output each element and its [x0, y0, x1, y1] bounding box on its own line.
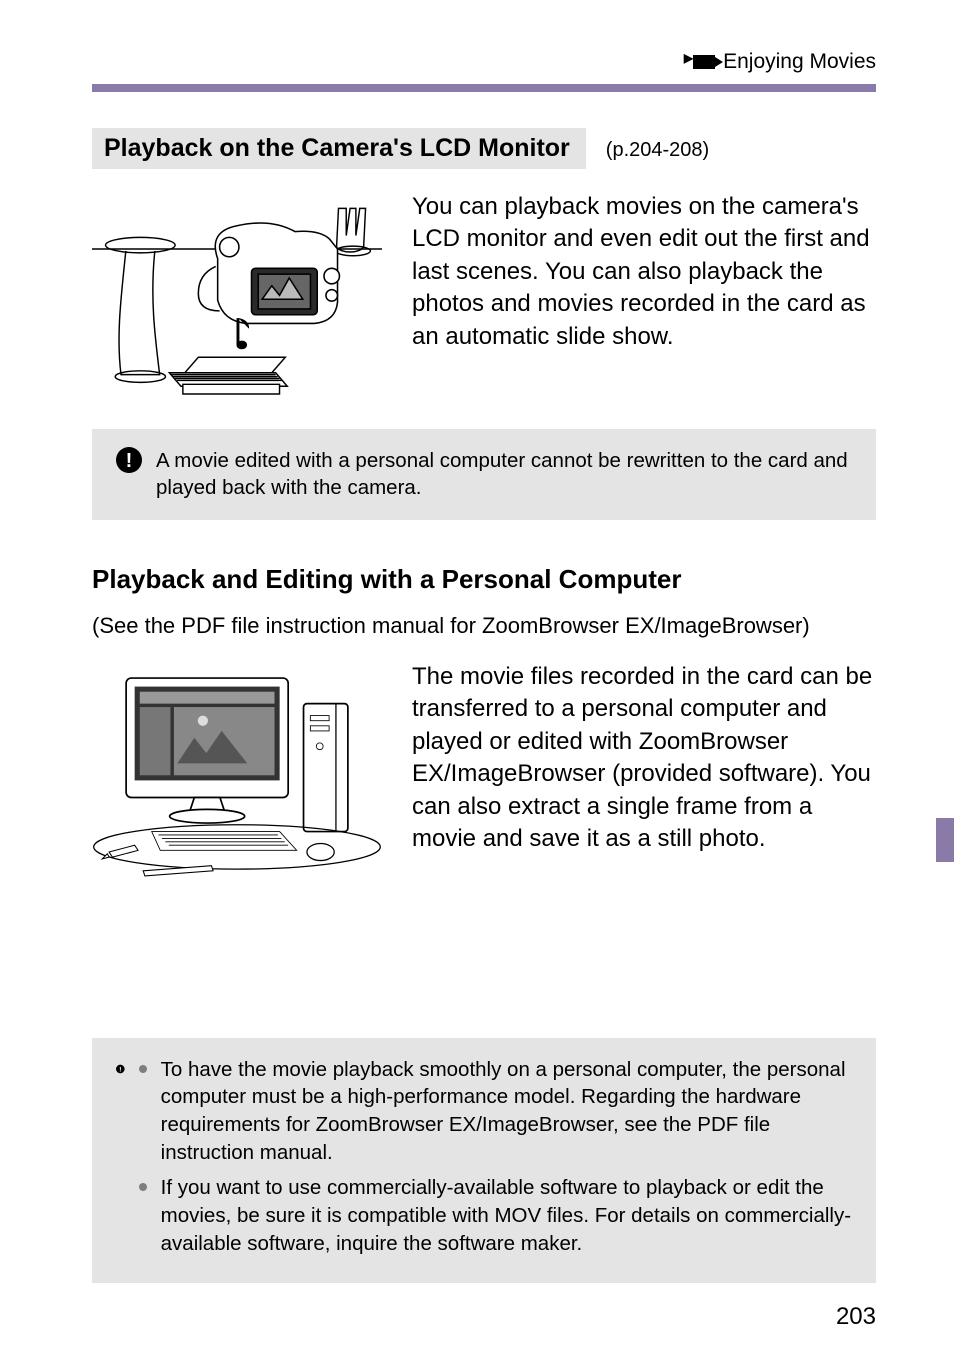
running-head-text: Enjoying Movies	[723, 50, 876, 74]
section2-subtitle: (See the PDF file instruction manual for…	[92, 613, 876, 639]
movie-icon	[684, 55, 715, 69]
bottom-note-item: If you want to use commercially-availabl…	[139, 1174, 852, 1257]
illustration-computer	[92, 661, 382, 888]
section2-body: The movie files recorded in the card can…	[412, 661, 876, 855]
warning-icon: !	[116, 1056, 125, 1082]
svg-text:!: !	[126, 450, 133, 472]
section2-title: Playback and Editing with a Personal Com…	[92, 564, 876, 595]
illustration-camera-playback	[92, 191, 382, 409]
section1-note-text: A movie edited with a personal computer …	[156, 447, 852, 502]
bottom-note-box: ! To have the movie playback smoothly on…	[92, 1038, 876, 1284]
page-number: 203	[92, 1303, 876, 1331]
section1-note-box: ! A movie edited with a personal compute…	[92, 429, 876, 520]
section1-pageref: (p.204-208)	[606, 139, 709, 162]
bottom-note-item: To have the movie playback smoothly on a…	[139, 1056, 852, 1167]
edge-tab	[936, 818, 954, 862]
warning-icon: !	[116, 447, 142, 473]
svg-text:!: !	[119, 1066, 121, 1073]
section1-body: You can playback movies on the camera's …	[412, 191, 876, 353]
section1-title: Playback on the Camera's LCD Monitor	[92, 128, 586, 169]
header-divider	[92, 84, 876, 92]
running-head: Enjoying Movies	[92, 50, 876, 74]
